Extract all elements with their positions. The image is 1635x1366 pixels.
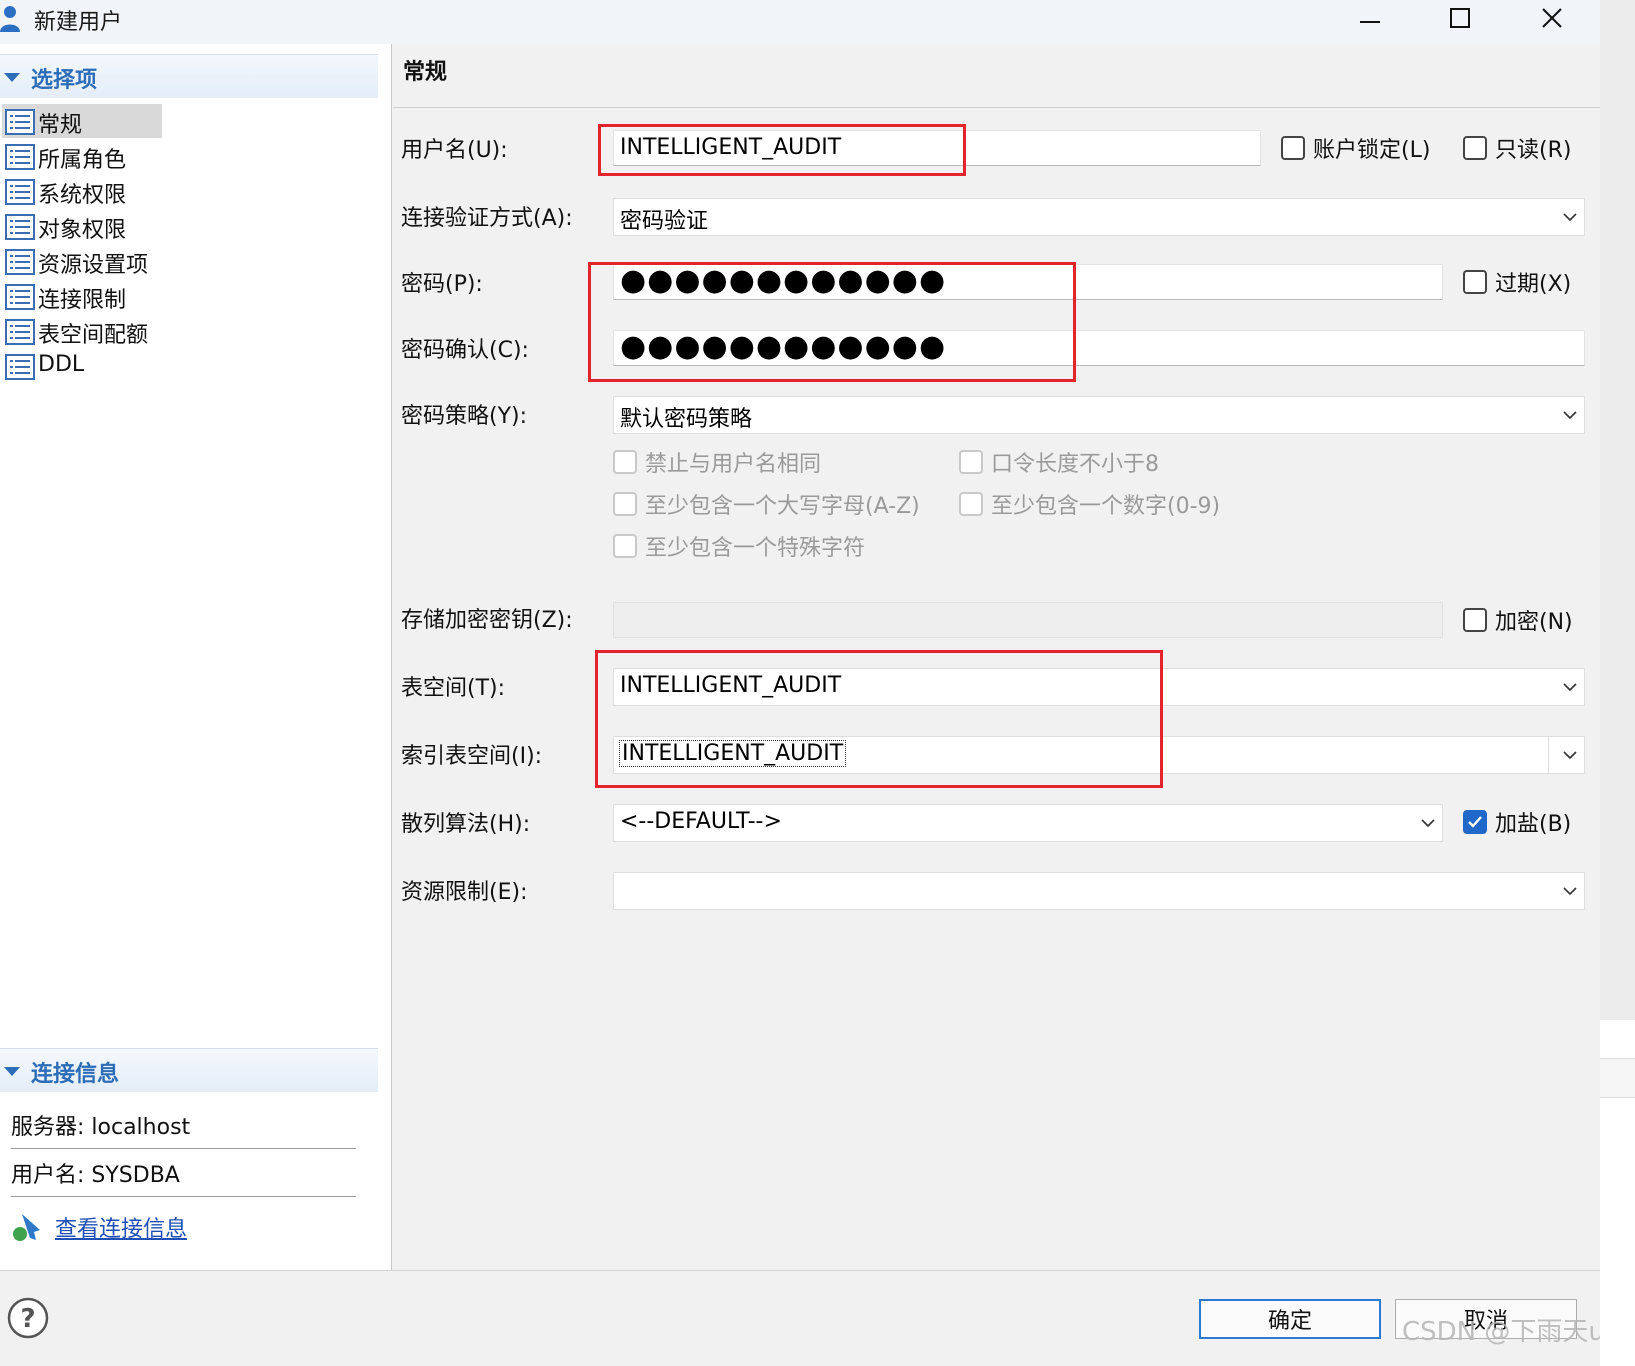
hash-algorithm-select[interactable]: <--DEFAULT--> bbox=[613, 804, 1443, 842]
close-button[interactable] bbox=[1522, 0, 1582, 36]
storage-key-label: 存储加密密钥(Z): bbox=[401, 608, 573, 633]
auth-method-label: 连接验证方式(A): bbox=[401, 206, 573, 231]
account-locked-checkbox[interactable]: 账户锁定(L) bbox=[1281, 132, 1430, 164]
nav-item-label: 表空间配额 bbox=[38, 323, 149, 348]
chevron-down-icon bbox=[1563, 213, 1577, 222]
maximize-button[interactable] bbox=[1430, 0, 1490, 36]
nav-item-tablespace-quota[interactable]: 表空间配额 bbox=[0, 314, 378, 349]
readonly-checkbox[interactable]: 只读(R) bbox=[1463, 132, 1571, 164]
policy-special-char-checkbox[interactable]: 至少包含一个特殊字符 bbox=[613, 530, 865, 562]
nav-item-object-privileges[interactable]: 对象权限 bbox=[0, 209, 378, 244]
auth-method-select[interactable]: 密码验证 bbox=[613, 198, 1585, 236]
window-title: 新建用户 bbox=[34, 10, 123, 35]
close-icon bbox=[1542, 8, 1562, 28]
list-icon bbox=[5, 214, 35, 240]
nav-item-roles[interactable]: 所属角色 bbox=[0, 139, 378, 174]
chevron-down-icon bbox=[1421, 819, 1435, 828]
password-policy-select[interactable]: 默认密码策略 bbox=[613, 396, 1585, 434]
salt-checkbox[interactable]: 加盐(B) bbox=[1463, 806, 1571, 838]
user-icon bbox=[0, 6, 20, 32]
left-panel: 选择项 常规 所属角色 系统权限 对象权限 资源设置项 连接限制 表空间配额 D… bbox=[0, 44, 392, 1270]
policy-digit-checkbox[interactable]: 至少包含一个数字(0-9) bbox=[959, 488, 1220, 520]
nav-item-connection-limits[interactable]: 连接限制 bbox=[0, 279, 378, 314]
password-policy-label: 密码策略(Y): bbox=[401, 404, 528, 429]
nav-item-label: 对象权限 bbox=[38, 218, 127, 243]
chevron-down-icon bbox=[1563, 683, 1577, 692]
collapse-triangle-icon bbox=[4, 1067, 20, 1076]
chevron-down-icon bbox=[1563, 411, 1577, 420]
server-info: 服务器: localhost bbox=[11, 1115, 191, 1140]
maximize-icon bbox=[1450, 8, 1470, 28]
ok-button[interactable]: 确定 bbox=[1199, 1299, 1381, 1339]
nav-item-label: 常规 bbox=[38, 113, 83, 138]
tablespace-label: 表空间(T): bbox=[401, 676, 506, 701]
encrypt-checkbox[interactable]: 加密(N) bbox=[1463, 604, 1573, 636]
watermark: CSDN @下雨天u bbox=[1402, 1317, 1605, 1347]
new-user-dialog: 新建用户 选择项 常规 所属角色 系统权限 对象权限 资源设置项 连接限制 表空… bbox=[0, 0, 1605, 1366]
nav-item-label: 资源设置项 bbox=[38, 253, 149, 278]
password-confirm-label: 密码确认(C): bbox=[401, 338, 529, 363]
content-header: 常规 bbox=[393, 44, 1600, 108]
nav-item-resource-settings[interactable]: 资源设置项 bbox=[0, 244, 378, 279]
highlight-box-username bbox=[598, 124, 966, 176]
resource-limit-label: 资源限制(E): bbox=[401, 880, 528, 905]
resource-limit-select[interactable] bbox=[613, 872, 1585, 910]
options-header-label: 选择项 bbox=[31, 68, 98, 93]
list-icon bbox=[5, 144, 35, 170]
minimize-icon bbox=[1360, 21, 1380, 23]
policy-not-same-as-username-checkbox[interactable]: 禁止与用户名相同 bbox=[613, 446, 821, 478]
password-label: 密码(P): bbox=[401, 272, 483, 297]
divider bbox=[11, 1148, 356, 1149]
list-icon bbox=[5, 179, 35, 205]
nav-item-ddl[interactable]: DDL bbox=[0, 349, 378, 384]
expire-checkbox[interactable]: 过期(X) bbox=[1463, 266, 1571, 298]
options-section-header[interactable]: 选择项 bbox=[0, 54, 378, 98]
connection-info-header-label: 连接信息 bbox=[31, 1062, 120, 1087]
storage-key-input[interactable] bbox=[613, 602, 1443, 638]
index-tablespace-label: 索引表空间(I): bbox=[401, 744, 543, 769]
list-icon bbox=[5, 249, 35, 275]
nav-item-label: 所属角色 bbox=[38, 148, 127, 173]
username-label: 用户名(U): bbox=[401, 138, 508, 163]
nav-item-label: 连接限制 bbox=[38, 288, 127, 313]
list-icon bbox=[5, 109, 35, 135]
svg-text:?: ? bbox=[20, 1304, 35, 1334]
divider bbox=[11, 1196, 356, 1197]
chevron-down-icon bbox=[1563, 887, 1577, 896]
nav-item-general[interactable]: 常规 bbox=[0, 104, 378, 139]
collapse-triangle-icon bbox=[4, 73, 20, 82]
highlight-box-tablespace bbox=[595, 650, 1163, 788]
nav-item-system-privileges[interactable]: 系统权限 bbox=[0, 174, 378, 209]
chevron-down-icon bbox=[1563, 751, 1577, 760]
checkmark-icon bbox=[1468, 816, 1482, 828]
list-icon bbox=[5, 284, 35, 310]
connection-info-icon bbox=[13, 1214, 40, 1241]
options-nav-list: 常规 所属角色 系统权限 对象权限 资源设置项 连接限制 表空间配额 DDL bbox=[0, 104, 378, 384]
minimize-button[interactable] bbox=[1340, 0, 1400, 36]
nav-item-label: DDL bbox=[38, 352, 85, 377]
section-title: 常规 bbox=[403, 60, 448, 85]
background-strip bbox=[1600, 0, 1635, 1366]
view-connection-info-link[interactable]: 查看连接信息 bbox=[55, 1211, 187, 1243]
policy-uppercase-checkbox[interactable]: 至少包含一个大写字母(A-Z) bbox=[613, 488, 920, 520]
highlight-box-password bbox=[588, 262, 1076, 382]
hash-algorithm-label: 散列算法(H): bbox=[401, 812, 531, 837]
connection-info-section-header[interactable]: 连接信息 bbox=[0, 1048, 378, 1092]
nav-item-label: 系统权限 bbox=[38, 183, 127, 208]
username-info: 用户名: SYSDBA bbox=[11, 1163, 180, 1188]
dialog-footer: ? 确定 取消 CSDN @下雨天u bbox=[0, 1270, 1605, 1366]
list-icon bbox=[5, 354, 35, 380]
general-panel: 常规 用户名(U): INTELLIGENT_AUDIT 账户锁定(L) 只读(… bbox=[393, 44, 1600, 1270]
list-icon bbox=[5, 319, 35, 345]
policy-min-length-checkbox[interactable]: 口令长度不小于8 bbox=[959, 446, 1159, 478]
title-bar: 新建用户 bbox=[0, 0, 1600, 44]
help-icon[interactable]: ? bbox=[7, 1297, 49, 1339]
